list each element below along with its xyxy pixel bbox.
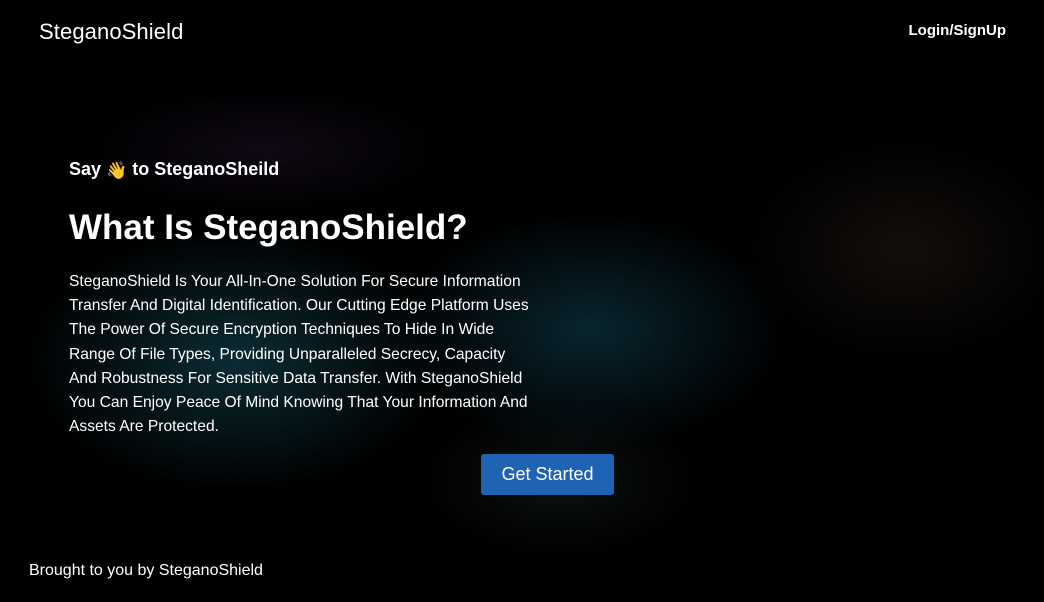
- greeting-prefix: Say: [69, 159, 102, 179]
- get-started-button[interactable]: Get Started: [481, 454, 614, 495]
- footer-credit: Brought to you by SteganoShield: [29, 562, 263, 579]
- greeting-suffix: to SteganoSheild: [132, 159, 280, 179]
- brand-logo-link[interactable]: SteganoShield: [39, 19, 183, 45]
- hero-title: What Is SteganoShield?: [69, 208, 468, 247]
- landing-page: SteganoShield Login/SignUp Say 👋 to Steg…: [0, 0, 1044, 602]
- login-signup-link[interactable]: Login/SignUp: [909, 22, 1006, 39]
- waving-hand-icon: 👋: [106, 161, 128, 180]
- greeting: Say 👋 to SteganoSheild: [69, 156, 539, 184]
- hero-description: SteganoShield Is Your All-In-One Solutio…: [69, 273, 529, 436]
- hero-section: Say 👋 to SteganoSheild What Is SteganoSh…: [69, 156, 539, 439]
